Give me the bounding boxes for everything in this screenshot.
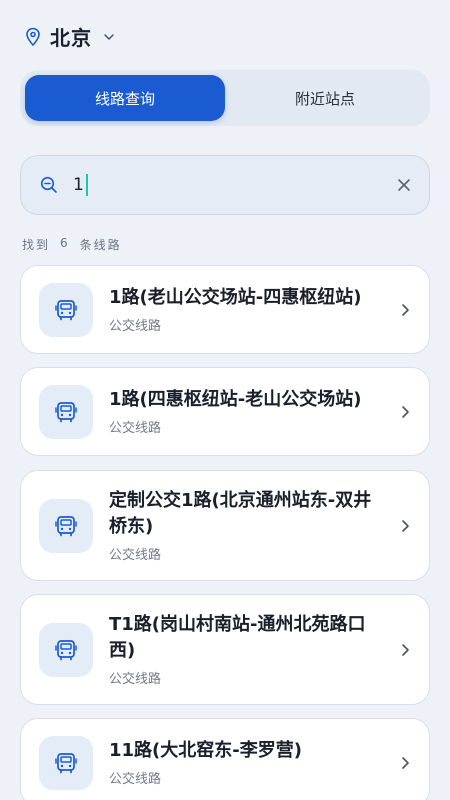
chevron-right-icon [402,519,409,532]
bus-icon [55,515,77,536]
text-caret [85,174,88,196]
route-name: 1路(老山公交场站-四惠枢纽站) [109,287,362,308]
search-icon [40,176,57,193]
chevron-right-icon [402,756,409,769]
route-name: 定制公交1路(北京通州站东-双井桥东) [109,490,372,537]
result-count-number: 6 [60,236,70,250]
bus-icon [55,299,77,320]
route-type: 公交线路 [109,319,162,334]
list-item[interactable]: 定制公交1路(北京通州站东-双井桥东) 公交线路 [20,470,430,581]
bus-badge [39,622,93,677]
search-input[interactable]: 1 [73,170,395,200]
route-type: 公交线路 [109,672,162,687]
result-count-prefix: 找到 [22,238,51,252]
location-pin-icon [26,27,40,46]
route-name: 1路(四惠枢纽站-老山公交场站) [109,389,362,410]
route-text: T1路(岗山村南站-通州北苑路口西) 公交线路 [109,612,389,687]
search-input-value: 1 [73,175,84,195]
result-count-suffix: 条线路 [79,238,122,252]
chevron-right-icon [402,643,409,656]
route-type: 公交线路 [109,421,162,436]
list-item[interactable]: 1路(四惠枢纽站-老山公交场站) 公交线路 [20,367,430,456]
result-count: 找到 6 条线路 [22,236,122,253]
route-text: 11路(大北窑东-李罗营) 公交线路 [109,738,389,787]
list-item[interactable]: T1路(岗山村南站-通州北苑路口西) 公交线路 [20,594,430,705]
bus-icon [55,401,77,422]
bus-icon [55,639,77,660]
list-item[interactable]: 1路(老山公交场站-四惠枢纽站) 公交线路 [20,265,430,354]
route-text: 1路(老山公交场站-四惠枢纽站) 公交线路 [109,285,389,334]
route-text: 定制公交1路(北京通州站东-双井桥东) 公交线路 [109,488,389,563]
search-box[interactable]: 1 [20,155,430,215]
bus-badge [39,498,93,553]
tab-nearby-stops[interactable]: 附近站点 [225,75,425,121]
bus-badge [39,384,93,439]
chevron-right-icon [402,405,409,418]
route-name: 11路(大北窑东-李罗营) [109,740,302,761]
bus-icon [55,752,77,773]
city-name: 北京 [50,26,92,50]
route-type: 公交线路 [109,772,162,787]
route-text: 1路(四惠枢纽站-老山公交场站) 公交线路 [109,387,389,436]
tab-route-query[interactable]: 线路查询 [25,75,225,121]
close-icon[interactable] [395,176,413,194]
list-item[interactable]: 11路(大北窑东-李罗营) 公交线路 [20,718,430,800]
bus-badge [39,735,93,790]
search-mode-tabs: 线路查询 附近站点 [20,70,430,126]
chevron-right-icon [402,303,409,316]
bus-badge [39,282,93,337]
route-type: 公交线路 [109,548,162,563]
city-selector[interactable]: 北京 [24,22,116,51]
page: 北京 线路查询 附近站点 1 找到 6 条线路 1路(老山公交场站-四惠枢纽站)… [0,0,450,800]
chevron-down-icon [104,33,114,40]
route-name: T1路(岗山村南站-通州北苑路口西) [109,614,366,661]
